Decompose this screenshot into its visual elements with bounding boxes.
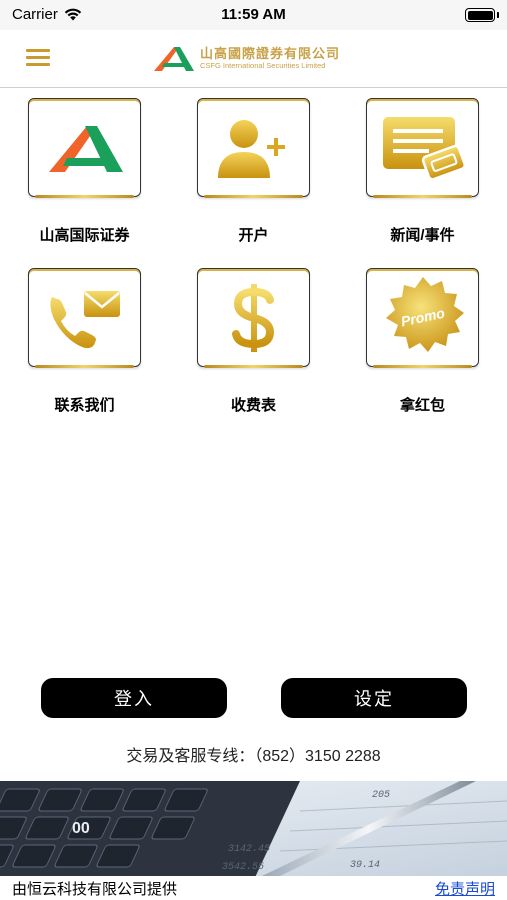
banner-figure-4: 39.14 xyxy=(350,860,380,871)
tile-news[interactable]: 新闻/事件 xyxy=(366,98,479,244)
footer: 由恒云科技有限公司提供 免责声明 xyxy=(0,876,507,900)
disclaimer-link[interactable]: 免责声明 xyxy=(435,878,495,899)
add-user-icon xyxy=(217,119,285,178)
dollar-icon xyxy=(231,283,274,352)
settings-button[interactable]: 设定 xyxy=(281,678,467,718)
tile-open-account-label: 开户 xyxy=(238,227,269,244)
calculator-illustration: 00 205 3142.45 3542.55 39.14 xyxy=(0,781,507,876)
tile-fees-box[interactable] xyxy=(197,268,310,368)
tile-open-account[interactable]: 开户 xyxy=(197,98,310,244)
csfg-logo-icon xyxy=(154,47,194,71)
app-header: 山高國際證券有限公司 CSFG International Securities… xyxy=(0,30,507,88)
tile-contact[interactable]: 联系我们 xyxy=(28,268,141,414)
tile-contact-box[interactable] xyxy=(28,268,141,368)
provider-text: 由恒云科技有限公司提供 xyxy=(12,881,178,898)
tile-open-account-box[interactable] xyxy=(197,98,310,198)
logo-chinese-name: 山高國際證券有限公司 xyxy=(200,45,341,61)
login-button[interactable]: 登入 xyxy=(41,678,227,718)
company-logo: 山高國際證券有限公司 CSFG International Securities… xyxy=(152,43,340,73)
status-time: 11:59 AM xyxy=(221,6,286,23)
tile-csfg[interactable]: 山高国际证券 xyxy=(28,98,141,244)
tile-red-packet-box[interactable]: Promo xyxy=(366,268,479,368)
banner-figure-3: 3542.55 xyxy=(222,862,264,873)
tile-contact-label: 联系我们 xyxy=(54,397,115,414)
tile-news-label: 新闻/事件 xyxy=(390,227,455,244)
logo-english-name: CSFG International Securities Limited xyxy=(200,60,326,70)
banner-figure-2: 3142.45 xyxy=(228,844,270,855)
banner-figure-1: 205 xyxy=(372,790,390,801)
tile-csfg-box[interactable] xyxy=(28,98,141,198)
status-bar: Carrier 11:59 AM xyxy=(0,0,507,30)
tile-red-packet-label: 拿红包 xyxy=(399,397,445,414)
tile-fees[interactable]: 收费表 xyxy=(197,268,310,414)
hamburger-menu-icon[interactable] xyxy=(26,47,50,67)
tile-red-packet[interactable]: Promo 拿红包 xyxy=(366,268,479,414)
calculator-banner-image: 00 205 3142.45 3542.55 39.14 xyxy=(0,781,507,876)
hotline-text: 交易及客服专线：（852）3150 2288 xyxy=(126,748,381,765)
battery-icon xyxy=(465,8,495,22)
news-icon xyxy=(382,116,466,181)
banner-key-label: 00 xyxy=(72,820,90,837)
tile-news-box[interactable] xyxy=(366,98,479,198)
tile-fees-label: 收费表 xyxy=(230,397,276,414)
csfg-logo-icon xyxy=(48,125,123,172)
promo-badge-icon: Promo xyxy=(385,276,464,352)
contact-icon xyxy=(49,290,120,348)
tile-csfg-label: 山高国际证券 xyxy=(39,227,130,244)
